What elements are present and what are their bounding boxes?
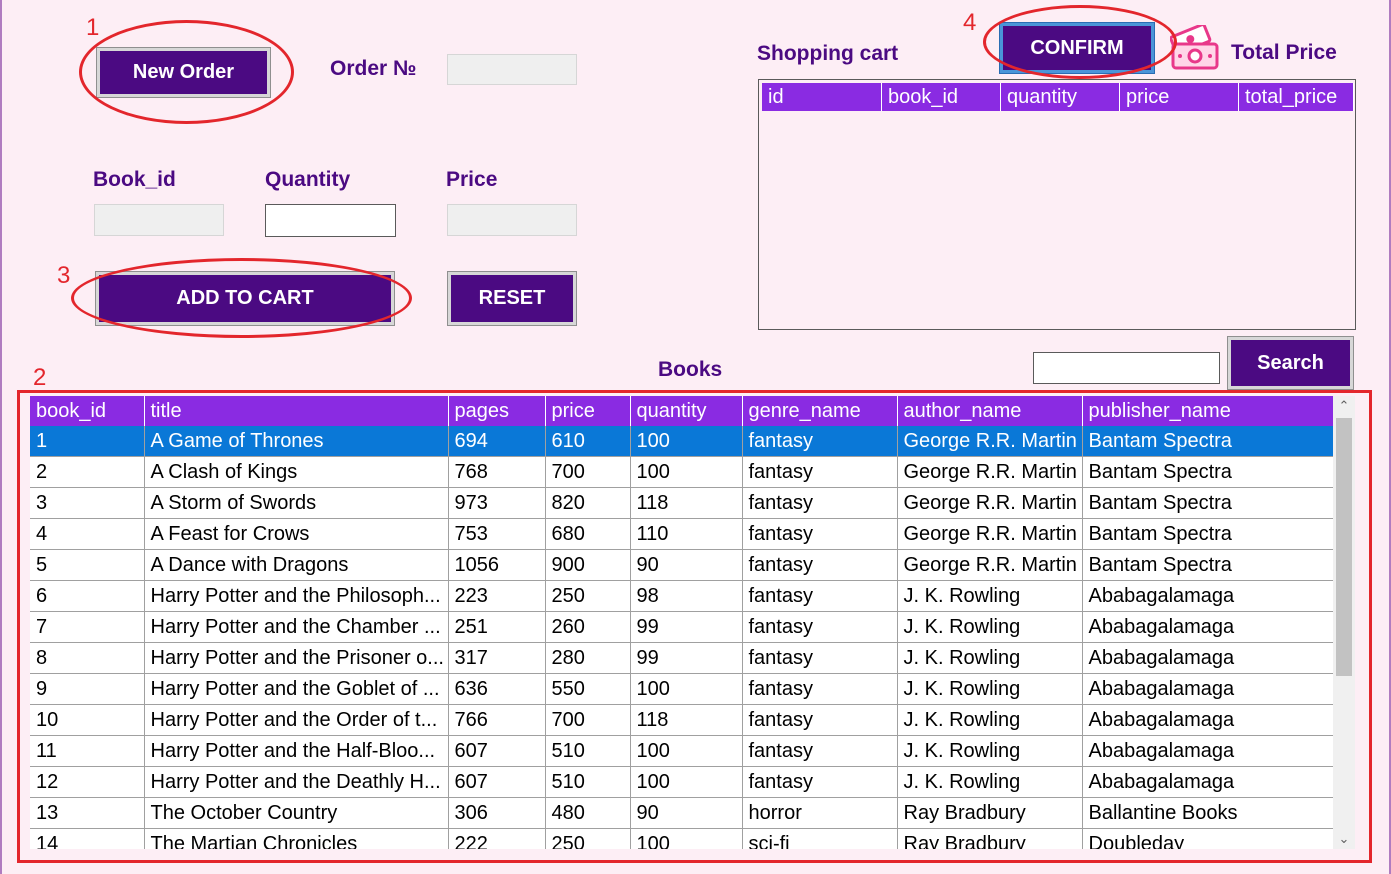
search-button[interactable]: Search xyxy=(1227,336,1354,390)
cart-column-header[interactable]: id xyxy=(762,83,882,111)
annotation-ellipse-new-order xyxy=(79,20,294,124)
book-id-field xyxy=(94,204,224,236)
cart-column-header[interactable]: price xyxy=(1120,83,1239,111)
order-number-field xyxy=(447,54,577,85)
book-id-label: Book_id xyxy=(93,168,176,191)
annotation-number-1: 1 xyxy=(86,14,100,41)
cart-header-row: id book_id quantity price total_price xyxy=(762,83,1354,111)
reset-button[interactable]: RESET xyxy=(447,271,577,326)
price-field xyxy=(447,204,577,236)
quantity-label: Quantity xyxy=(265,168,351,191)
annotation-ellipse-add-to-cart xyxy=(71,258,412,338)
quantity-input[interactable] xyxy=(265,204,396,237)
order-number-label: Order № xyxy=(330,57,417,80)
annotation-number-4: 4 xyxy=(963,9,977,36)
total-price-label: Total Price xyxy=(1231,41,1337,64)
annotation-rect-books xyxy=(17,390,1372,863)
books-title: Books xyxy=(658,358,723,381)
search-input[interactable] xyxy=(1033,352,1220,384)
cart-column-header[interactable]: quantity xyxy=(1001,83,1120,111)
price-label: Price xyxy=(446,168,498,191)
cart-column-header[interactable]: total_price xyxy=(1239,83,1354,111)
shopping-cart-title: Shopping cart xyxy=(757,42,899,65)
annotation-number-3: 3 xyxy=(57,262,71,289)
shopping-cart-grid[interactable]: id book_id quantity price total_price xyxy=(758,79,1356,330)
money-icon xyxy=(1169,23,1220,71)
annotation-number-2: 2 xyxy=(33,364,47,391)
cart-column-header[interactable]: book_id xyxy=(882,83,1001,111)
window-frame-left xyxy=(0,0,2,874)
annotation-ellipse-confirm xyxy=(983,5,1177,79)
